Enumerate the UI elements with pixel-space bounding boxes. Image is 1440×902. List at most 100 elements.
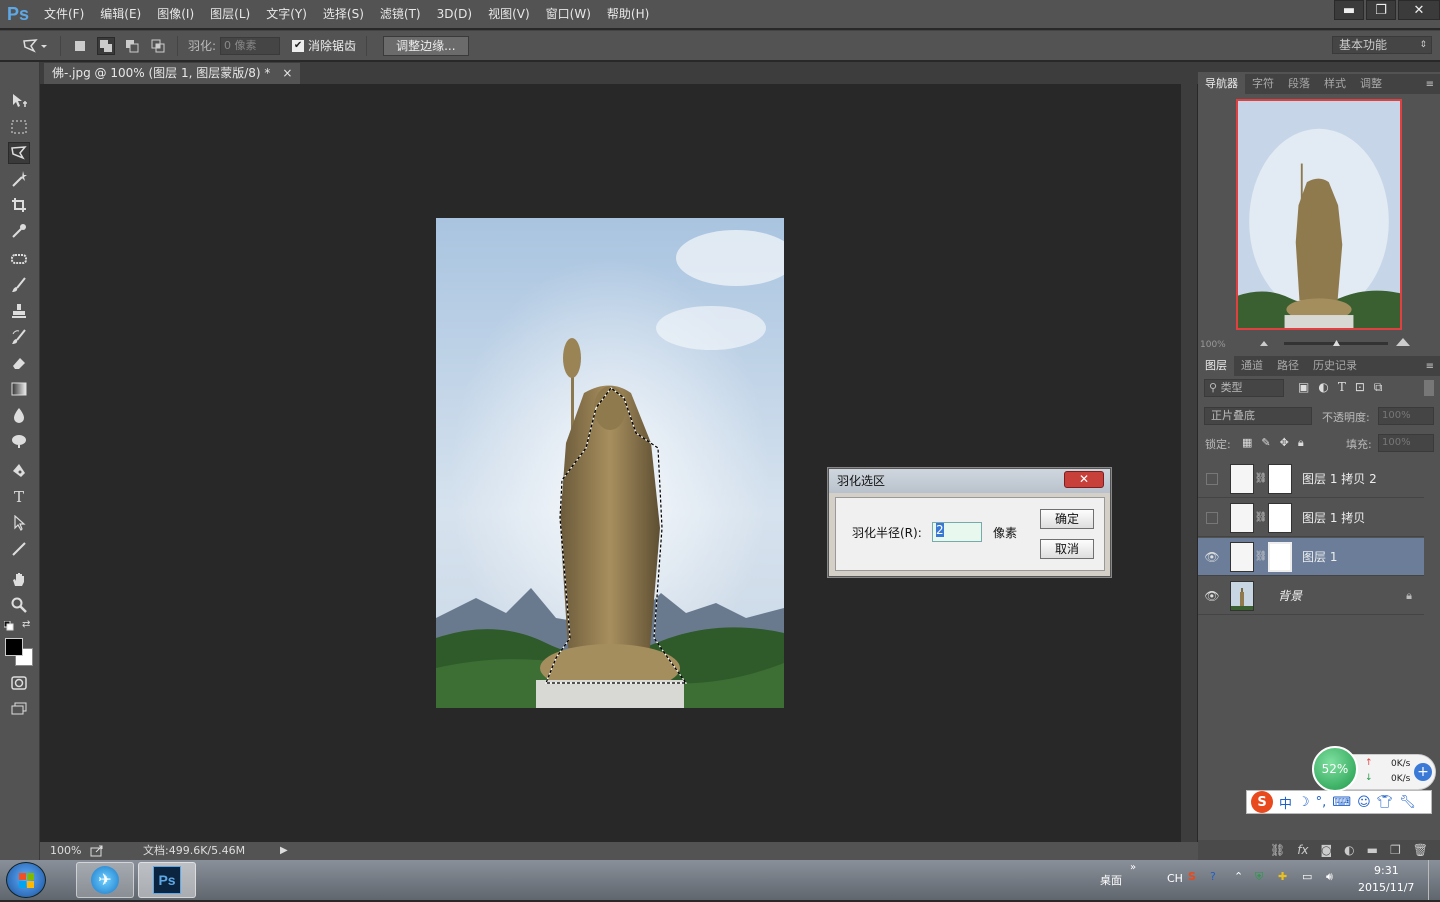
layer-filter-select[interactable]: ⚲ 类型 [1204,379,1284,397]
menu-image[interactable]: 图像(I) [149,0,202,28]
move-tool-icon[interactable] [8,90,30,112]
menu-3d[interactable]: 3D(D) [429,0,480,28]
blend-mode-select[interactable]: 正片叠底 [1204,407,1312,425]
zoom-out-icon[interactable] [1260,341,1268,346]
layer-row-selected[interactable]: 👁︎ ⛓ 图层 1 [1198,538,1424,576]
menu-file[interactable]: 文件(F) [36,0,92,28]
start-button[interactable] [6,862,46,898]
panel-menu-icon[interactable]: ≡ [1426,79,1434,90]
shape-filter-icon[interactable]: ⊡ [1355,380,1365,395]
network-icon[interactable]: ▭ [1302,870,1312,883]
taskbar-photoshop-icon[interactable]: Ps [138,862,196,898]
shield-icon[interactable]: ⛨ [1255,870,1263,884]
sogou-logo-icon[interactable]: S [1251,791,1273,813]
link-layers-icon[interactable]: ⛓ [1270,843,1285,857]
tab-paragraph[interactable]: 段落 [1281,74,1317,94]
add-selection-icon[interactable] [97,36,115,55]
visibility-toggle[interactable] [1198,499,1226,537]
refine-edge-button[interactable]: 调整边缘... [383,35,469,56]
layer-name[interactable]: 背景 [1278,587,1302,604]
document-image[interactable] [436,218,784,708]
layer-row[interactable]: ⛓ 图层 1 拷贝 [1198,499,1424,537]
tab-layers[interactable]: 图层 [1198,356,1234,376]
fx-icon[interactable]: fx [1297,843,1308,857]
tray-expand-icon[interactable]: ⌃ [1234,870,1243,883]
feather-input[interactable]: 0 像素 [220,36,281,55]
type-tool-icon[interactable]: T [8,486,30,508]
close-icon[interactable]: × [282,63,292,84]
subtract-selection-icon[interactable] [123,37,141,55]
security-tray-icon[interactable]: ✚ [1278,870,1287,883]
tab-history[interactable]: 历史记录 [1306,356,1364,376]
add-mask-icon[interactable]: ◙ [1321,843,1333,857]
new-selection-icon[interactable] [71,37,89,55]
user-icon[interactable]: ☺ [1357,795,1371,810]
eye-icon[interactable]: 👁︎ [1198,577,1226,615]
type-filter-icon[interactable]: T [1338,380,1346,395]
layer-mask-thumbnail[interactable] [1268,541,1292,572]
path-selection-icon[interactable] [8,512,30,534]
eye-icon[interactable]: 👁︎ [1198,538,1226,576]
polygonal-lasso-preset-icon[interactable] [20,37,50,55]
magic-wand-icon[interactable] [8,168,30,190]
link-chain-icon[interactable]: ⛓ [1254,473,1268,484]
vertical-scrollbar[interactable] [1181,84,1197,842]
tab-navigator[interactable]: 导航器 [1198,74,1245,94]
smart-object-filter-icon[interactable]: ⧉ [1374,380,1383,395]
menu-filter[interactable]: 滤镜(T) [372,0,429,28]
ok-button[interactable]: 确定 [1040,509,1094,529]
close-button[interactable]: ✕ [1398,0,1440,20]
crop-tool-icon[interactable] [8,194,30,216]
eraser-tool-icon[interactable] [8,352,30,374]
layer-row[interactable]: 👁︎ 背景 🔒︎ [1198,577,1424,615]
panel-menu-icon[interactable]: ≡ [1426,361,1434,372]
fill-input[interactable]: 100% [1378,434,1434,452]
workspace-select[interactable]: 基本功能 ⇕ [1332,36,1432,54]
play-triangle-icon[interactable]: ▶ [280,842,288,860]
cancel-button[interactable]: 取消 [1040,539,1094,559]
punctuation-icon[interactable]: °, [1316,795,1327,810]
toolbar-expand-icon[interactable]: » [1130,862,1136,873]
menu-view[interactable]: 视图(V) [480,0,538,28]
intersect-selection-icon[interactable] [149,37,167,55]
layer-name[interactable]: 图层 1 [1302,548,1337,565]
adjustment-layer-icon[interactable]: ◐ [1344,843,1354,857]
blur-tool-icon[interactable] [8,404,30,426]
taskbar-browser-icon[interactable]: ✈︎ [76,862,134,898]
minimize-button[interactable]: ▬ [1334,0,1364,20]
volume-icon[interactable]: 🔊︎ [1326,870,1333,884]
eyedropper-icon[interactable] [8,220,30,242]
clock-date[interactable]: 2015/11/7 [1358,881,1414,894]
lock-position-icon[interactable]: ✥ [1280,436,1289,450]
menu-layer[interactable]: 图层(L) [202,0,258,28]
healing-brush-icon[interactable] [8,248,30,270]
chinese-mode-icon[interactable]: 中 [1279,793,1292,812]
lasso-tool-icon[interactable] [8,142,30,164]
brush-tool-icon[interactable] [8,274,30,296]
help-icon[interactable]: ? [1210,870,1216,883]
menu-edit[interactable]: 编辑(E) [92,0,149,28]
tab-paths[interactable]: 路径 [1270,356,1306,376]
show-desktop-button[interactable] [1428,860,1440,900]
image-filter-icon[interactable]: ▣ [1298,380,1309,395]
hand-tool-icon[interactable] [8,568,30,590]
adjustment-filter-icon[interactable]: ◐ [1318,380,1328,395]
plus-icon[interactable]: + [1414,763,1432,781]
layer-mask-thumbnail[interactable] [1268,463,1292,494]
moon-icon[interactable]: ☽ [1298,795,1310,810]
shirt-icon[interactable]: 👕︎ [1377,795,1394,810]
layer-name[interactable]: 图层 1 拷贝 2 [1302,470,1377,487]
marquee-tool-icon[interactable] [8,116,30,138]
opacity-input[interactable]: 100% [1378,407,1434,425]
navigator-thumbnail[interactable] [1236,99,1402,330]
pen-tool-icon[interactable] [8,460,30,482]
navigator-zoom-slider[interactable] [1260,338,1410,348]
feather-radius-input[interactable]: 2 [932,522,982,542]
tab-styles[interactable]: 样式 [1317,74,1353,94]
menu-select[interactable]: 选择(S) [315,0,372,28]
line-tool-icon[interactable] [8,538,30,560]
sogou-tray-icon[interactable]: S [1188,870,1196,883]
lock-all-icon[interactable]: 🔒︎ [1298,436,1304,450]
antialias-checkbox[interactable]: ✔ [292,39,305,52]
quick-mask-icon[interactable] [8,672,30,694]
